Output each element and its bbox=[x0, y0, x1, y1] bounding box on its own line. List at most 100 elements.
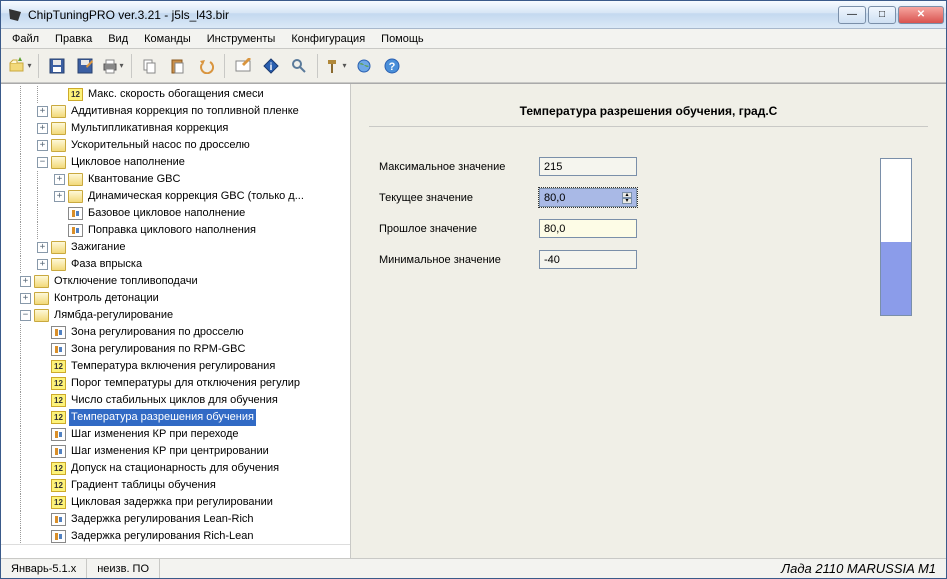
tree-node[interactable]: 12Порог температуры для отключения регул… bbox=[3, 375, 350, 392]
tree-label: Квантование GBC bbox=[86, 171, 182, 188]
expand-toggle[interactable]: + bbox=[37, 259, 48, 270]
info-button[interactable]: i bbox=[258, 53, 284, 79]
tree-label: Зона регулирования по дросселю bbox=[69, 324, 246, 341]
tree-node[interactable]: 12Макс. скорость обогащения смеси bbox=[3, 86, 350, 103]
search-button[interactable] bbox=[286, 53, 312, 79]
save-button[interactable] bbox=[44, 53, 70, 79]
menu-tools[interactable]: Инструменты bbox=[200, 31, 283, 47]
tree-node[interactable]: + Контроль детонации bbox=[3, 290, 350, 307]
tree-node[interactable]: +Фаза впрыска bbox=[3, 256, 350, 273]
app-window: ChipTuningPRO ver.3.21 - j5ls_l43.bir — … bbox=[0, 0, 947, 579]
undo-button[interactable] bbox=[193, 53, 219, 79]
expand-toggle[interactable]: − bbox=[20, 310, 31, 321]
open-folder-icon bbox=[8, 57, 26, 75]
tree-node[interactable]: Шаг изменения КР при центрировании bbox=[3, 443, 350, 460]
paste-button[interactable] bbox=[165, 53, 191, 79]
maximize-button[interactable]: □ bbox=[868, 6, 896, 24]
tree-node[interactable]: + Ускорительный насос по дросселю bbox=[3, 137, 350, 154]
toolbar: i ? bbox=[1, 49, 946, 83]
status-left-1: Январь-5.1.x bbox=[1, 559, 87, 578]
expand-toggle[interactable]: + bbox=[20, 293, 31, 304]
app-icon bbox=[7, 7, 23, 23]
expand-toggle[interactable]: − bbox=[37, 157, 48, 168]
tree-label: Ускорительный насос по дросселю bbox=[69, 137, 252, 154]
chart-icon bbox=[51, 513, 66, 526]
menu-help[interactable]: Помощь bbox=[374, 31, 431, 47]
tree-label: Контроль детонации bbox=[52, 290, 161, 307]
copy-button[interactable] bbox=[137, 53, 163, 79]
tree-node[interactable]: −Цикловое наполнение bbox=[3, 154, 350, 171]
folder-icon bbox=[34, 309, 49, 322]
tree-node[interactable]: Зона регулирования по дросселю bbox=[3, 324, 350, 341]
tree-node[interactable]: − Лямбда-регулирование bbox=[3, 307, 350, 324]
menu-file[interactable]: Файл bbox=[5, 31, 46, 47]
folder-icon bbox=[51, 122, 66, 135]
tree-node[interactable]: 12Цикловая задержка при регулировании bbox=[3, 494, 350, 511]
tree-node[interactable]: 12Допуск на стационарность для обучения bbox=[3, 460, 350, 477]
tree-view[interactable]: 12Макс. скорость обогащения смеси+Аддити… bbox=[1, 84, 350, 544]
value-current[interactable]: 80,0 ▴▾ bbox=[539, 188, 637, 207]
tree-node[interactable]: 12Градиент таблицы обучения bbox=[3, 477, 350, 494]
folder-icon bbox=[68, 190, 83, 203]
scalar-icon: 12 bbox=[51, 377, 66, 390]
print-button[interactable] bbox=[100, 53, 126, 79]
tree-node[interactable]: Зона регулирования по RPM-GBC bbox=[3, 341, 350, 358]
menu-view[interactable]: Вид bbox=[101, 31, 135, 47]
expand-toggle[interactable]: + bbox=[37, 106, 48, 117]
scalar-icon: 12 bbox=[51, 394, 66, 407]
tree-node[interactable]: Поправка циклового наполнения bbox=[3, 222, 350, 239]
titlebar[interactable]: ChipTuningPRO ver.3.21 - j5ls_l43.bir — … bbox=[1, 1, 946, 29]
tree-node[interactable]: 12Число стабильных циклов для обучения bbox=[3, 392, 350, 409]
tree-node[interactable]: + Мультипликативная коррекция bbox=[3, 120, 350, 137]
tree-label: Лямбда-регулирование bbox=[52, 307, 175, 324]
tree-node[interactable]: 12Температура разрешения обучения bbox=[3, 409, 350, 426]
expand-toggle[interactable]: + bbox=[37, 242, 48, 253]
spinner[interactable]: ▴▾ bbox=[622, 192, 632, 204]
expand-toggle[interactable]: + bbox=[54, 191, 65, 202]
minimize-button[interactable]: — bbox=[838, 6, 866, 24]
help-icon: ? bbox=[384, 58, 400, 74]
expand-toggle[interactable]: + bbox=[54, 174, 65, 185]
tree-node[interactable]: Задержка регулирования Rich-Lean bbox=[3, 528, 350, 544]
menu-config[interactable]: Конфигурация bbox=[284, 31, 372, 47]
expand-toggle[interactable]: + bbox=[37, 140, 48, 151]
menu-edit[interactable]: Правка bbox=[48, 31, 99, 47]
scalar-icon: 12 bbox=[51, 411, 66, 424]
tree-node[interactable]: 12Температура включения регулирования bbox=[3, 358, 350, 375]
expand-toggle[interactable]: + bbox=[37, 123, 48, 134]
expand-toggle[interactable]: + bbox=[20, 276, 31, 287]
tree-label: Поправка циклового наполнения bbox=[86, 222, 258, 239]
undo-icon bbox=[198, 58, 214, 74]
tree-label: Задержка регулирования Rich-Lean bbox=[69, 528, 256, 544]
chart-icon bbox=[51, 445, 66, 458]
close-button[interactable]: ✕ bbox=[898, 6, 944, 24]
net-button[interactable] bbox=[351, 53, 377, 79]
tree-node[interactable]: +Отключение топливоподачи bbox=[3, 273, 350, 290]
spinner-down[interactable]: ▾ bbox=[622, 198, 632, 204]
tree-node[interactable]: Задержка регулирования Lean-Rich bbox=[3, 511, 350, 528]
tree-node[interactable]: + Квантование GBC bbox=[3, 171, 350, 188]
edit-cell-button[interactable] bbox=[230, 53, 256, 79]
scalar-icon: 12 bbox=[51, 496, 66, 509]
tree-node[interactable]: Шаг изменения КР при переходе bbox=[3, 426, 350, 443]
open-button[interactable] bbox=[7, 53, 33, 79]
tools-button[interactable] bbox=[323, 53, 349, 79]
scalar-icon: 12 bbox=[51, 462, 66, 475]
tree-hscroll[interactable] bbox=[1, 544, 350, 558]
value-min: -40 bbox=[539, 250, 637, 269]
tree-node[interactable]: Базовое цикловое наполнение bbox=[3, 205, 350, 222]
value-max: 215 bbox=[539, 157, 637, 176]
tree-label: Температура включения регулирования bbox=[69, 358, 277, 375]
chart-icon bbox=[68, 207, 83, 220]
tree-label: Цикловая задержка при регулировании bbox=[69, 494, 275, 511]
tree-node[interactable]: +Аддитивная коррекция по топливной пленк… bbox=[3, 103, 350, 120]
tree-node[interactable]: +Зажигание bbox=[3, 239, 350, 256]
save-as-button[interactable] bbox=[72, 53, 98, 79]
tree-node[interactable]: +Динамическая коррекция GBC (только д... bbox=[3, 188, 350, 205]
help-button[interactable]: ? bbox=[379, 53, 405, 79]
divider bbox=[369, 126, 928, 127]
tree-label: Температура разрешения обучения bbox=[69, 409, 256, 426]
folder-icon bbox=[51, 241, 66, 254]
menu-commands[interactable]: Команды bbox=[137, 31, 198, 47]
tree-label: Мультипликативная коррекция bbox=[69, 120, 230, 137]
